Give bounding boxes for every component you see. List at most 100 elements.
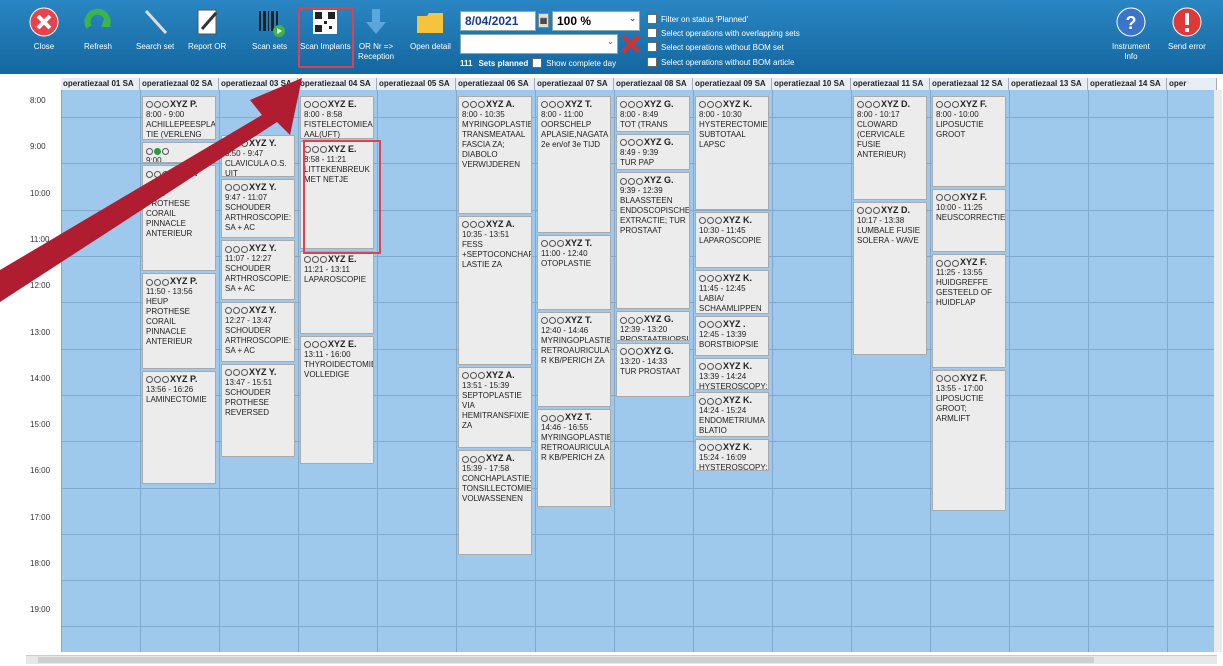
appointment-card[interactable]: XYZ F. 10:00 - 11:25 NEUSCORRECTIE xyxy=(932,188,1006,253)
room-header[interactable]: oper xyxy=(1167,78,1217,90)
appointment-card[interactable]: XYZ F. 13:55 - 17:00 LIPOSUCTIE GROOT; ARM… xyxy=(932,369,1006,511)
procedure-description: TOT (TRANS xyxy=(620,120,668,129)
appointment-header xyxy=(146,145,212,156)
appointment-card[interactable]: XYZ Y. 12:27 - 13:47 SCHOUDER ARTHROSCOPIE… xyxy=(221,302,295,362)
room-header[interactable]: operatiezaal 10 SA xyxy=(772,78,851,90)
procedure-description: LABIA/ SCHAAMLIPPEN xyxy=(699,293,762,313)
filter-without-bom-set[interactable]: Select operations without BOM set xyxy=(647,42,784,52)
instrument-info-button[interactable]: ? Instrument Info xyxy=(1112,6,1150,72)
calendar-icon[interactable]: ▦ xyxy=(538,13,549,28)
clear-filter-icon[interactable] xyxy=(620,33,642,55)
procedure-description: OTOPLASTIE xyxy=(541,258,592,268)
appointment-highlight xyxy=(303,140,381,254)
appointment-card[interactable]: XYZ G. 12:39 - 13:20 PROSTAATBIOPSIE xyxy=(616,311,690,341)
appointment-card[interactable]: XYZ G. 8:00 - 8:49 TOT (TRANS xyxy=(616,96,690,132)
status-circle-icon xyxy=(470,372,477,380)
room-header[interactable]: operatiezaal 13 SA xyxy=(1009,78,1088,90)
appointment-card[interactable]: XYZ K. 11:45 - 12:45 LABIA/ SCHAAMLIPPEN xyxy=(695,269,769,314)
vertical-scrollbar[interactable] xyxy=(1214,90,1222,652)
appointment-card[interactable]: XYZ E. 8:00 - 8:58 FISTELECTOMIEAN AAL(UFT… xyxy=(300,96,374,139)
room-header[interactable]: operatiezaal 14 SA xyxy=(1088,78,1167,90)
appointment-card[interactable]: XYZ A. 15:39 - 17:58 CONCHAPLASTIE; TONSIL… xyxy=(458,450,532,556)
appointment-card[interactable]: XYZ P. - 11:50 HEUP PROTHESE CORAIL PINNAC… xyxy=(142,165,216,272)
appointment-card[interactable]: XYZ G. 13:20 - 14:33 TUR PROSTAAT xyxy=(616,342,690,398)
status-circle-icon xyxy=(462,220,469,228)
filter-without-bom-article[interactable]: Select operations without BOM article xyxy=(647,57,794,67)
status-circle-icon xyxy=(952,193,959,201)
room-header[interactable]: operatiezaal 11 SA xyxy=(851,78,930,90)
appointment-card[interactable]: XYZ E. 11:21 - 13:11 LAPAROSCOPIE xyxy=(300,251,374,334)
status-circle-icon xyxy=(549,414,556,422)
filter-input[interactable]: ⌄ xyxy=(460,34,618,54)
error-icon xyxy=(1171,6,1203,38)
date-field[interactable]: 8/04/2021 xyxy=(460,11,536,31)
room-header[interactable]: operatiezaal 02 SA xyxy=(140,78,219,90)
appointment-time: 13:47 - 15:51 xyxy=(225,377,273,387)
open-detail-button[interactable]: Open detail xyxy=(410,6,451,72)
appointment-card[interactable]: XYZ A. 8:00 - 10:35 MYRINGOPLASTIE TRANSME… xyxy=(458,96,532,214)
patient-name: XYZ G. xyxy=(644,345,674,356)
status-circle-icon xyxy=(715,217,722,225)
status-circle-icon xyxy=(162,170,169,178)
appointment-time: 12:45 - 13:39 xyxy=(699,329,747,339)
svg-text:?: ? xyxy=(1125,13,1136,33)
appointment-card[interactable]: XYZ T. 14:46 - 16:55 MYRINGOPLASTIE RETROA… xyxy=(537,409,611,507)
appointment-card[interactable]: XYZ K. 13:39 - 14:24 HYSTEROSCOPY: xyxy=(695,357,769,391)
appointment-card[interactable]: XYZ P. 13:56 - 16:26 LAMINECTOMIE xyxy=(142,370,216,485)
appointment-card[interactable]: XYZ T. 12:40 - 14:46 MYRINGOPLASTIE RETROA… xyxy=(537,312,611,408)
appointment-card[interactable]: XYZ G. 9:39 - 12:39 BLAASSTEEN ENDOSCOPISC… xyxy=(616,172,690,310)
refresh-button[interactable]: Refresh xyxy=(82,6,114,72)
appointment-card[interactable]: XYZ Y. 13:47 - 15:51 SCHOUDER PROTHESE REV… xyxy=(221,363,295,458)
or-nr-reception-button[interactable]: OR Nr => Reception xyxy=(358,6,394,72)
appointment-card[interactable]: XYZ D. 8:00 - 10:17 CLOWARD (CERVICALE FUS… xyxy=(853,96,927,200)
appointment-card[interactable]: XYZ F. 8:00 - 10:00 LIPOSUCTIE GROOT xyxy=(932,96,1006,187)
filter-overlapping-sets[interactable]: Select operations with overlapping sets xyxy=(647,28,800,38)
procedure-description: PROSTAATBIOPSIE xyxy=(620,335,690,341)
appointment-card[interactable]: XYZ A. 13:51 - 15:39 SEPTOPLASTIE VIA HEMI… xyxy=(458,366,532,449)
appointment-card[interactable]: XYZ F. 11:25 - 13:55 HUIDGREFFE GESTEELD O… xyxy=(932,254,1006,368)
room-header[interactable]: operatiezaal 01 SA xyxy=(61,78,140,90)
report-or-button[interactable]: Report OR xyxy=(188,6,226,72)
appointment-card[interactable]: XYZ T. 8:00 - 11:00 OORSCHELP APLASIE,NAGA… xyxy=(537,96,611,233)
appointment-card[interactable]: XYZ Y. 8:50 - 9:47 CLAVICULA O.S. UIT xyxy=(221,134,295,177)
show-complete-day-checkbox[interactable] xyxy=(532,58,543,68)
room-header[interactable]: operatiezaal 04 SA xyxy=(298,78,377,90)
scan-sets-button[interactable]: Scan sets xyxy=(252,6,287,72)
appointment-card[interactable]: XYZ P. 11:50 - 13:56 HEUP PROTHESE CORAIL … xyxy=(142,273,216,369)
search-set-button[interactable]: Search set xyxy=(136,6,174,72)
appointment-card[interactable]: XYZ . 12:45 - 13:39 BORSTBIOPSIE xyxy=(695,315,769,356)
room-header[interactable]: operatiezaal 06 SA xyxy=(456,78,535,90)
sets-planned-info: 111 Sets planned Show complete day xyxy=(460,58,617,68)
appointment-card[interactable]: XYZ T. 11:00 - 12:40 OTOPLASTIE xyxy=(537,234,611,311)
room-header[interactable]: operatiezaal 09 SA xyxy=(693,78,772,90)
appointment-time: 8:50 - 9:47 xyxy=(225,148,264,158)
room-header[interactable]: operatiezaal 07 SA xyxy=(535,78,614,90)
appointment-card[interactable]: XYZ Y. 11:07 - 12:27 SCHOUDER ARTHROSCOPIE… xyxy=(221,240,295,301)
appointment-card[interactable]: XYZ Y. 9:47 - 11:07 SCHOUDER ARTHROSCOPIE:… xyxy=(221,178,295,239)
appointment-card[interactable]: XYZ G. 8:49 - 9:39 TUR PAP xyxy=(616,133,690,171)
appointment-card[interactable]: XYZ A. 10:35 - 13:51 FESS +SEPTOCONCHAP LA… xyxy=(458,215,532,365)
status-circle-icon xyxy=(936,259,943,267)
horizontal-scroll-thumb[interactable] xyxy=(38,657,1094,663)
room-header[interactable]: operatiezaal 08 SA xyxy=(614,78,693,90)
appointment-card[interactable]: XYZ K. 8:00 - 10:30 HYSTERECTOMIE SUBTOTAA… xyxy=(695,96,769,210)
room-header[interactable]: operatiezaal 05 SA xyxy=(377,78,456,90)
appointment-card[interactable]: XYZ K. 10:30 - 11:45 LAPAROSCOPIE xyxy=(695,211,769,268)
appointment-card[interactable]: XYZ K. 14:24 - 15:24 ENDOMETRIUMA BLATIO xyxy=(695,392,769,437)
zoom-select[interactable]: 100 % ⌄ xyxy=(552,11,640,31)
room-header[interactable]: operatiezaal 12 SA xyxy=(930,78,1009,90)
filter-status-planned[interactable]: Filter on status 'Planned' xyxy=(647,14,748,24)
status-circle-icon xyxy=(225,183,232,191)
close-button[interactable]: Close xyxy=(28,6,60,72)
status-circle-icon xyxy=(857,101,864,109)
appointment-card[interactable]: XYZ D. 10:17 - 13:38 LUMBALE FUSIE SOLERA … xyxy=(853,201,927,355)
appointment-card[interactable]: XYZ K. 15:24 - 16:09 HYSTEROSCOPY: xyxy=(695,438,769,472)
appointment-card[interactable]: 9:00 xyxy=(142,142,216,164)
appointment-card[interactable]: XYZ P. 8:00 - 9:00 ACHILLEPEESPLAS TIE (VE… xyxy=(142,96,216,141)
room-header[interactable]: operatiezaal 03 SA xyxy=(219,78,298,90)
status-circle-icon xyxy=(233,139,240,147)
status-circle-icon xyxy=(636,316,643,324)
send-error-button[interactable]: Send error xyxy=(1168,6,1206,72)
chevron-down-icon: ⌄ xyxy=(607,37,614,46)
appointment-card[interactable]: XYZ E. 13:11 - 16:00 THYROIDECTOMIE VOLLED… xyxy=(300,335,374,465)
